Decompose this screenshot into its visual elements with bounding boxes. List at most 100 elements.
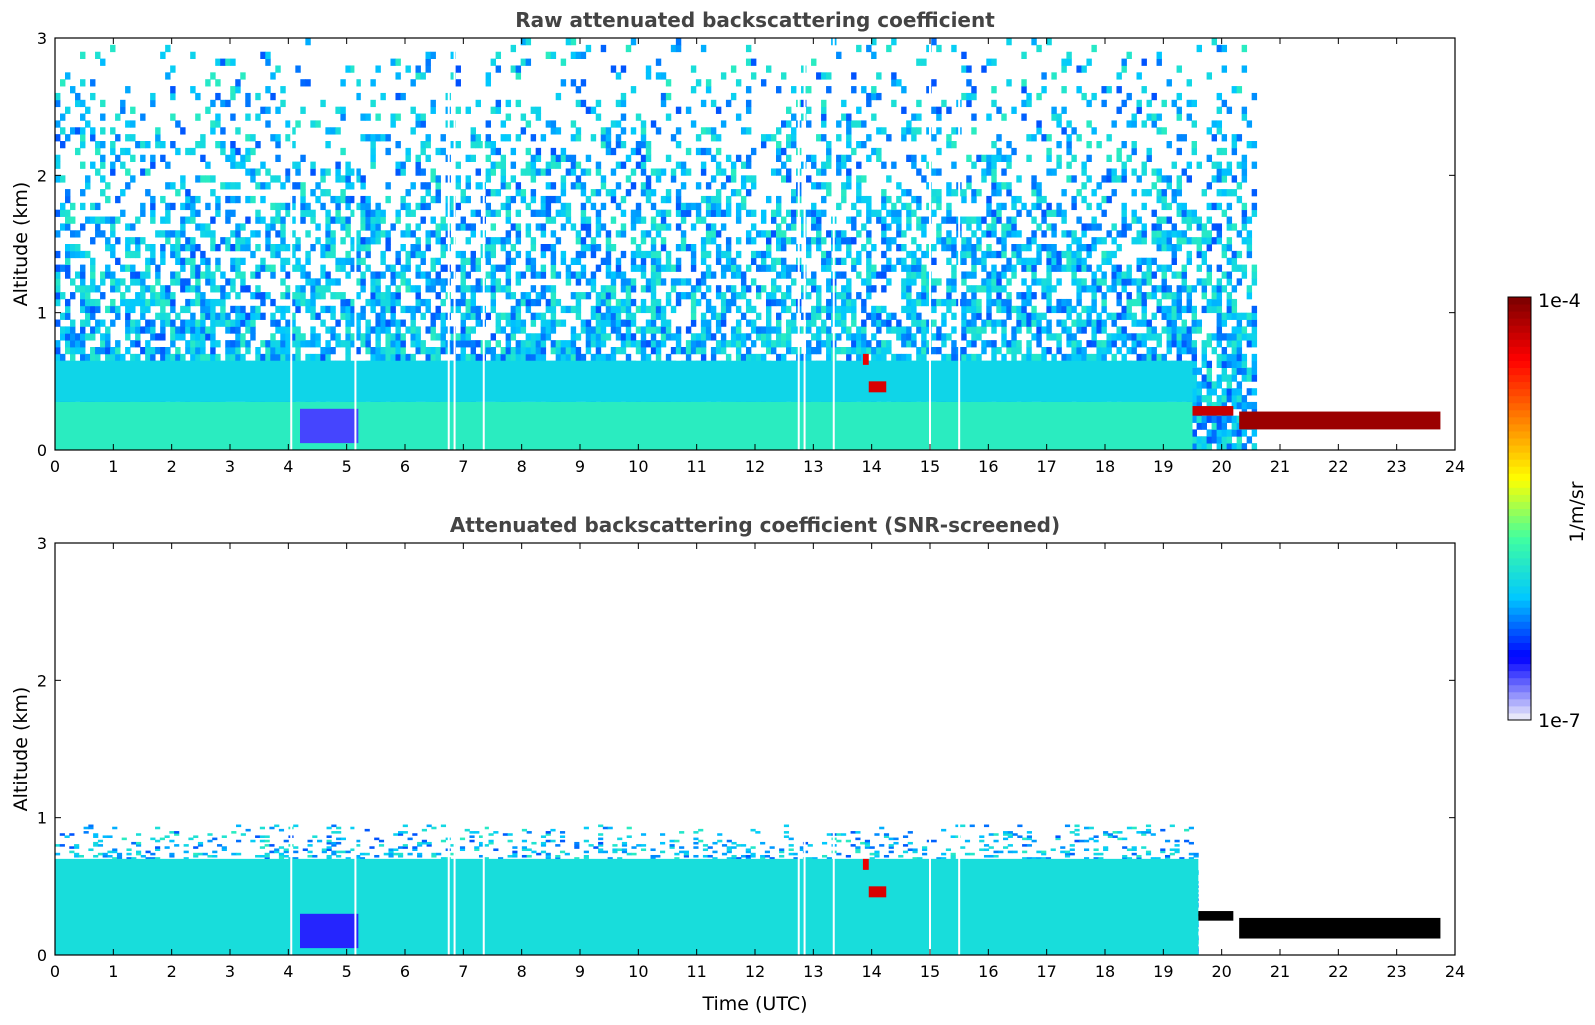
noise-cell	[225, 244, 231, 252]
noise-cell	[470, 230, 476, 238]
noise-cell	[916, 298, 922, 307]
noise-cell	[1181, 347, 1187, 355]
noise-cell	[851, 237, 857, 245]
noise-cell	[690, 257, 697, 265]
noise-cell	[1221, 367, 1228, 375]
noise-cell	[991, 285, 997, 293]
noise-cell	[170, 333, 176, 341]
noise-cell	[540, 340, 547, 348]
noise-cell	[595, 298, 602, 307]
noise-cell	[295, 285, 301, 293]
noise-cell	[991, 347, 997, 355]
noise-cell	[585, 244, 592, 252]
noise-cell	[160, 312, 166, 320]
noise-cell	[440, 340, 446, 348]
noise-cell	[655, 312, 662, 320]
noise-cell	[455, 223, 461, 231]
noise-cell	[1101, 319, 1107, 327]
noise-cell	[645, 285, 652, 293]
noise-cell	[1066, 312, 1072, 320]
noise-cell	[1236, 319, 1243, 327]
noise-cell	[605, 298, 612, 307]
noise-cell	[470, 347, 476, 355]
noise-cell	[145, 271, 151, 279]
noise-cell	[1216, 395, 1223, 403]
noise-cell	[55, 278, 61, 286]
noise-cell	[580, 319, 587, 327]
noise-cell	[806, 278, 812, 286]
noise-cell	[1226, 374, 1233, 382]
noise-cell	[270, 244, 276, 252]
noise-cell	[165, 312, 171, 320]
noise-cell	[770, 285, 777, 293]
noise-cell	[625, 305, 632, 314]
noise-cell	[826, 298, 832, 307]
noise-cell	[755, 230, 762, 238]
noise-cell	[1171, 298, 1177, 307]
noise-cell	[1151, 347, 1157, 355]
noise-cell	[380, 292, 386, 300]
noise-cell	[866, 292, 872, 300]
noise-cell	[75, 333, 81, 341]
noise-cell	[640, 250, 647, 259]
noise-cell	[685, 278, 692, 286]
noise-cell	[75, 244, 81, 252]
noise-cell	[1081, 326, 1087, 334]
noise-cell	[575, 257, 582, 265]
noise-cell	[285, 305, 291, 314]
noise-cell	[385, 347, 391, 355]
noise-cell	[455, 340, 461, 348]
noise-cell	[871, 244, 877, 252]
noise-cell	[821, 326, 827, 334]
noise-cell	[1221, 374, 1228, 382]
noise-cell	[600, 326, 607, 334]
noise-cell	[440, 298, 446, 307]
noise-cell	[575, 278, 582, 286]
noise-cell	[435, 292, 441, 300]
noise-cell	[640, 347, 647, 355]
noise-cell	[1246, 285, 1253, 293]
noise-cell	[200, 326, 206, 334]
noise-cell	[695, 285, 702, 293]
noise-cell	[991, 319, 997, 327]
noise-cell	[215, 298, 221, 307]
noise-cell	[1241, 312, 1248, 320]
noise-cell	[881, 305, 887, 314]
noise-cell	[1251, 388, 1258, 396]
noise-cell	[1186, 237, 1192, 245]
noise-cell	[300, 264, 306, 272]
noise-cell	[145, 257, 151, 265]
noise-cell	[620, 305, 627, 314]
noise-cell	[1216, 319, 1223, 327]
noise-cell	[240, 340, 246, 348]
noise-cell	[435, 305, 441, 314]
noise-cell	[1251, 264, 1258, 272]
noise-cell	[690, 333, 697, 341]
noise-cell	[1071, 230, 1077, 238]
noise-cell	[851, 257, 857, 265]
noise-cell	[1151, 326, 1157, 334]
noise-cell	[515, 237, 522, 245]
noise-cell	[425, 347, 431, 355]
noise-cell	[305, 278, 311, 286]
noise-cell	[715, 319, 722, 327]
noise-cell	[110, 271, 116, 279]
noise-cell	[515, 312, 522, 320]
noise-cell	[235, 347, 241, 355]
noise-cell	[765, 264, 772, 272]
noise-cell	[320, 285, 326, 293]
noise-cell	[580, 326, 587, 334]
noise-cell	[916, 271, 922, 279]
noise-cell	[730, 257, 737, 265]
noise-cell	[415, 333, 421, 341]
noise-cell	[1196, 422, 1202, 430]
noise-cell	[660, 237, 667, 245]
noise-cell	[1166, 326, 1172, 334]
noise-cell	[115, 340, 121, 348]
noise-cell	[280, 347, 286, 355]
noise-cell	[1246, 333, 1253, 341]
noise-cell	[1116, 312, 1122, 320]
noise-cell	[1241, 374, 1248, 382]
noise-cell	[1231, 388, 1238, 396]
noise-cell	[185, 326, 191, 334]
